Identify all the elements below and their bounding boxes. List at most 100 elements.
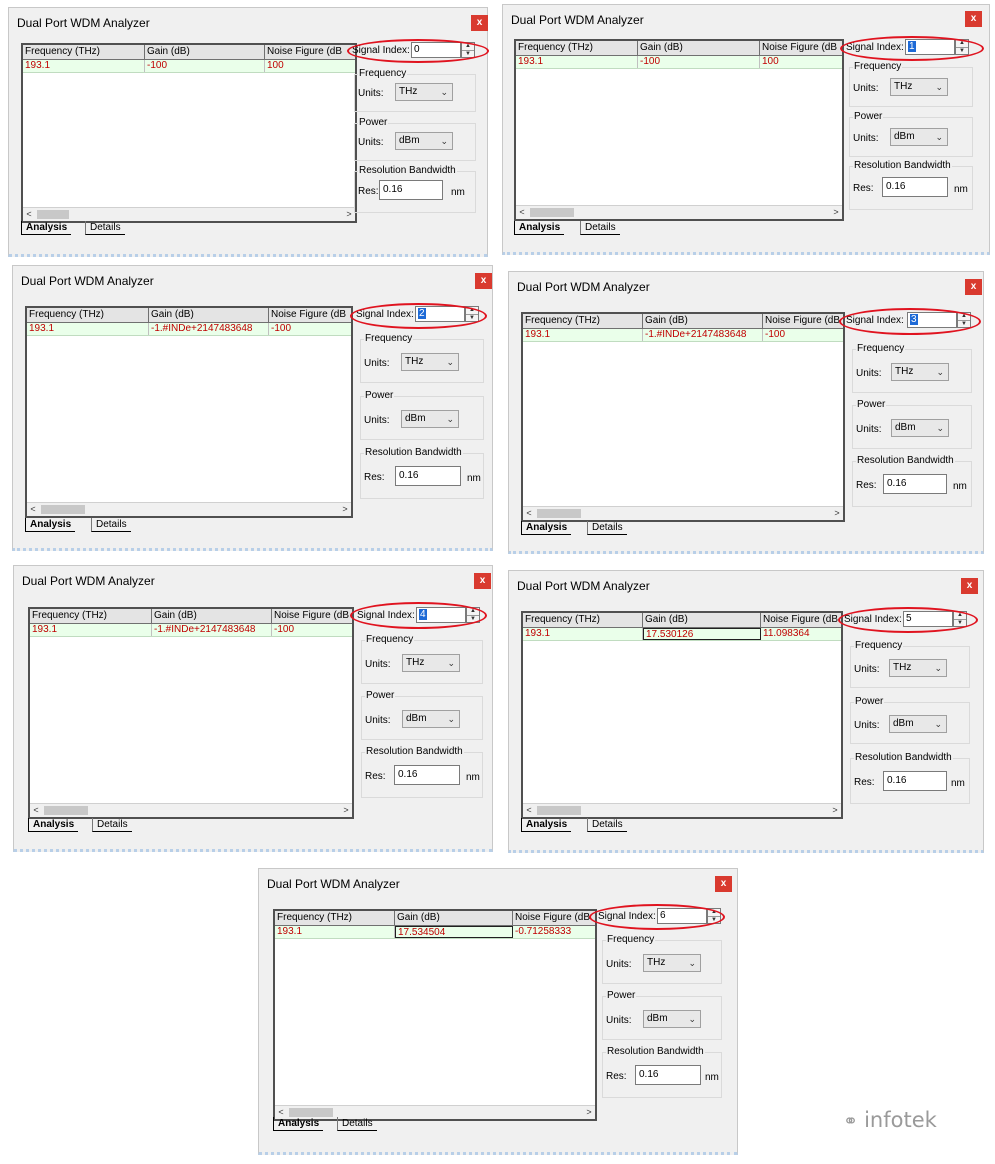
power-units-select[interactable]: dBm ⌄ — [395, 132, 453, 150]
tab-analysis[interactable]: Analysis — [521, 818, 572, 832]
tab-analysis[interactable]: Analysis — [273, 1117, 324, 1131]
resolution-input[interactable]: 0.16 — [882, 177, 948, 197]
frequency-units-select[interactable]: THz ⌄ — [889, 659, 947, 677]
close-button[interactable]: x — [961, 578, 978, 594]
scroll-thumb[interactable] — [530, 208, 574, 217]
column-frequency[interactable]: Frequency (THz) — [275, 911, 395, 925]
tab-details[interactable]: Details — [587, 818, 627, 832]
column-noise-figure[interactable]: Noise Figure (dB — [763, 314, 843, 328]
frequency-units-select[interactable]: THz ⌄ — [643, 954, 701, 972]
scroll-right-icon[interactable]: > — [340, 804, 352, 817]
tab-details[interactable]: Details — [91, 518, 131, 532]
scroll-left-icon[interactable]: < — [27, 503, 39, 516]
scroll-right-icon[interactable]: > — [829, 804, 841, 817]
column-gain[interactable]: Gain (dB) — [638, 41, 760, 55]
scroll-right-icon[interactable]: > — [339, 503, 351, 516]
tab-analysis[interactable]: Analysis — [521, 521, 572, 535]
column-noise-figure[interactable]: Noise Figure (dB — [272, 609, 352, 623]
scroll-thumb[interactable] — [537, 806, 581, 815]
close-button[interactable]: x — [715, 876, 732, 892]
column-frequency[interactable]: Frequency (THz) — [27, 308, 149, 322]
resolution-input[interactable]: 0.16 — [395, 466, 461, 486]
frequency-group: Frequency Units: THz ⌄ — [850, 640, 970, 688]
horizontal-scrollbar[interactable]: < > — [516, 205, 842, 219]
tab-analysis[interactable]: Analysis — [21, 221, 72, 235]
tab-details[interactable]: Details — [85, 221, 125, 235]
power-units-select[interactable]: dBm ⌄ — [402, 710, 460, 728]
scroll-left-icon[interactable]: < — [523, 804, 535, 817]
close-button[interactable]: x — [965, 279, 982, 295]
scroll-left-icon[interactable]: < — [23, 208, 35, 221]
scroll-left-icon[interactable]: < — [30, 804, 42, 817]
units-label: Units: — [364, 358, 390, 369]
resolution-input[interactable]: 0.16 — [394, 765, 460, 785]
units-label: Units: — [606, 1015, 632, 1026]
table-row[interactable]: 193.1 -1.#INDe+2147483648 -100 — [523, 329, 843, 342]
column-frequency[interactable]: Frequency (THz) — [23, 45, 145, 59]
tab-details[interactable]: Details — [587, 521, 627, 535]
scroll-right-icon[interactable]: > — [830, 206, 842, 219]
scroll-left-icon[interactable]: < — [523, 507, 535, 520]
close-button[interactable]: x — [471, 15, 488, 31]
column-gain[interactable]: Gain (dB) — [643, 314, 763, 328]
column-frequency[interactable]: Frequency (THz) — [523, 314, 643, 328]
power-units-select[interactable]: dBm ⌄ — [643, 1010, 701, 1028]
resolution-input[interactable]: 0.16 — [635, 1065, 701, 1085]
column-noise-figure[interactable]: Noise Figure (dB — [265, 45, 355, 59]
power-units-select[interactable]: dBm ⌄ — [891, 419, 949, 437]
power-units-select[interactable]: dBm ⌄ — [890, 128, 948, 146]
frequency-units-select[interactable]: THz ⌄ — [891, 363, 949, 381]
frequency-cell: 193.1 — [516, 56, 638, 68]
column-frequency[interactable]: Frequency (THz) — [30, 609, 152, 623]
table-row[interactable]: 193.1 17.534504 -0.71258333 — [275, 926, 595, 939]
tab-analysis[interactable]: Analysis — [514, 221, 565, 235]
tab-details[interactable]: Details — [337, 1117, 377, 1131]
frequency-units-select[interactable]: THz ⌄ — [401, 353, 459, 371]
column-gain[interactable]: Gain (dB) — [395, 911, 513, 925]
resolution-input[interactable]: 0.16 — [883, 771, 947, 791]
column-gain[interactable]: Gain (dB) — [145, 45, 265, 59]
column-noise-figure[interactable]: Noise Figure (dB — [513, 911, 595, 925]
frequency-units-select[interactable]: THz ⌄ — [395, 83, 453, 101]
tab-details[interactable]: Details — [580, 221, 620, 235]
resolution-input[interactable]: 0.16 — [379, 180, 443, 200]
column-noise-figure[interactable]: Noise Figure (dB — [761, 613, 841, 627]
results-table: Frequency (THz) Gain (dB) Noise Figure (… — [21, 43, 357, 223]
horizontal-scrollbar[interactable]: < > — [523, 803, 841, 817]
table-row[interactable]: 193.1 -1.#INDe+2147483648 -100 — [27, 323, 351, 336]
close-button[interactable]: x — [475, 273, 492, 289]
tab-details[interactable]: Details — [92, 818, 132, 832]
table-row[interactable]: 193.1 -100 100 — [23, 60, 355, 73]
column-noise-figure[interactable]: Noise Figure (dB — [760, 41, 842, 55]
scroll-thumb[interactable] — [37, 210, 69, 219]
close-button[interactable]: x — [474, 573, 491, 589]
scroll-thumb[interactable] — [41, 505, 85, 514]
power-units-select[interactable]: dBm ⌄ — [889, 715, 947, 733]
column-frequency[interactable]: Frequency (THz) — [523, 613, 643, 627]
column-gain[interactable]: Gain (dB) — [149, 308, 269, 322]
scroll-right-icon[interactable]: > — [831, 507, 843, 520]
scroll-thumb[interactable] — [537, 509, 581, 518]
power-units-select[interactable]: dBm ⌄ — [401, 410, 459, 428]
close-button[interactable]: x — [965, 11, 982, 27]
scroll-thumb[interactable] — [44, 806, 88, 815]
column-gain[interactable]: Gain (dB) — [643, 613, 761, 627]
horizontal-scrollbar[interactable]: < > — [30, 803, 352, 817]
table-row[interactable]: 193.1 -1.#INDe+2147483648 -100 — [30, 624, 352, 637]
scroll-left-icon[interactable]: < — [516, 206, 528, 219]
resolution-input[interactable]: 0.16 — [883, 474, 947, 494]
frequency-units-select[interactable]: THz ⌄ — [890, 78, 948, 96]
table-row[interactable]: 193.1 17.530126 11.098364 — [523, 628, 841, 641]
column-frequency[interactable]: Frequency (THz) — [516, 41, 638, 55]
column-gain[interactable]: Gain (dB) — [152, 609, 272, 623]
tab-analysis[interactable]: Analysis — [25, 518, 76, 532]
horizontal-scrollbar[interactable]: < > — [23, 207, 355, 221]
frequency-units-select[interactable]: THz ⌄ — [402, 654, 460, 672]
horizontal-scrollbar[interactable]: < > — [523, 506, 843, 520]
horizontal-scrollbar[interactable]: < > — [27, 502, 351, 516]
scroll-thumb[interactable] — [289, 1108, 333, 1117]
column-noise-figure[interactable]: Noise Figure (dB — [269, 308, 351, 322]
table-row[interactable]: 193.1 -100 100 — [516, 56, 842, 69]
power-units-value: dBm — [895, 422, 916, 433]
tab-analysis[interactable]: Analysis — [28, 818, 79, 832]
